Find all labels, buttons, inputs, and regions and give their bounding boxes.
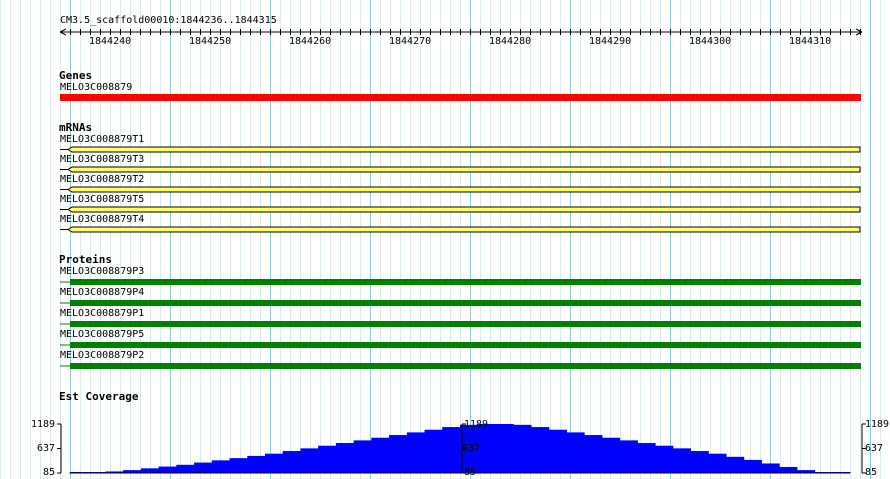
coverage-bar <box>637 443 656 473</box>
coverage-axis-min: 85 <box>464 467 477 478</box>
coverage-bar <box>708 453 727 473</box>
coverage-bar <box>389 435 408 473</box>
genome-browser-view: CM3.5_scaffold00010:1844236..1844315 184… <box>0 0 890 479</box>
coverage-bar <box>140 468 160 473</box>
coverage-bar <box>265 453 284 473</box>
coverage-bar <box>176 464 195 473</box>
coverage-bar <box>194 462 213 473</box>
coverage-bar <box>513 424 532 473</box>
coverage-bar <box>655 445 674 473</box>
coverage-bar <box>761 463 780 473</box>
coverage-bar <box>229 458 248 473</box>
coverage-bar <box>300 448 319 473</box>
coverage-bar <box>353 440 372 473</box>
coverage-bar <box>566 432 585 473</box>
coverage-bar <box>619 440 638 473</box>
coverage-bar <box>548 429 567 473</box>
coverage-bar <box>335 443 355 473</box>
coverage-axis-mid: 637 <box>865 443 884 454</box>
coverage-bar <box>779 467 798 473</box>
coverage-axis-max: 1189 <box>31 419 56 430</box>
coverage-bar <box>495 424 514 473</box>
coverage-bar <box>477 424 497 473</box>
coverage-bar <box>584 435 603 473</box>
coverage-axis-min: 85 <box>43 467 56 478</box>
coverage-bar <box>743 459 762 473</box>
coverage-bar <box>247 455 266 473</box>
coverage-axis-mid: 637 <box>37 443 56 454</box>
coverage-axis-mid: 637 <box>462 443 481 454</box>
coverage-plot <box>57 423 866 474</box>
coverage-bar <box>424 429 443 473</box>
coverage-bar <box>318 445 337 473</box>
coverage-axis-min: 85 <box>865 467 878 478</box>
coverage-bar <box>530 427 550 473</box>
coverage-bar <box>601 437 621 473</box>
coverage-bar <box>725 456 745 473</box>
coverage-bar <box>371 437 390 473</box>
coverage-axis-max: 1189 <box>464 419 489 430</box>
coverage-bar <box>672 448 692 473</box>
coverage-bar <box>442 427 461 473</box>
coverage-axis-max: 1189 <box>865 419 890 430</box>
coverage-bar <box>690 451 709 473</box>
coverage-bar <box>211 460 231 473</box>
coverage-bar <box>158 466 177 473</box>
coverage-bar <box>282 451 302 473</box>
coverage-bar <box>406 432 426 473</box>
